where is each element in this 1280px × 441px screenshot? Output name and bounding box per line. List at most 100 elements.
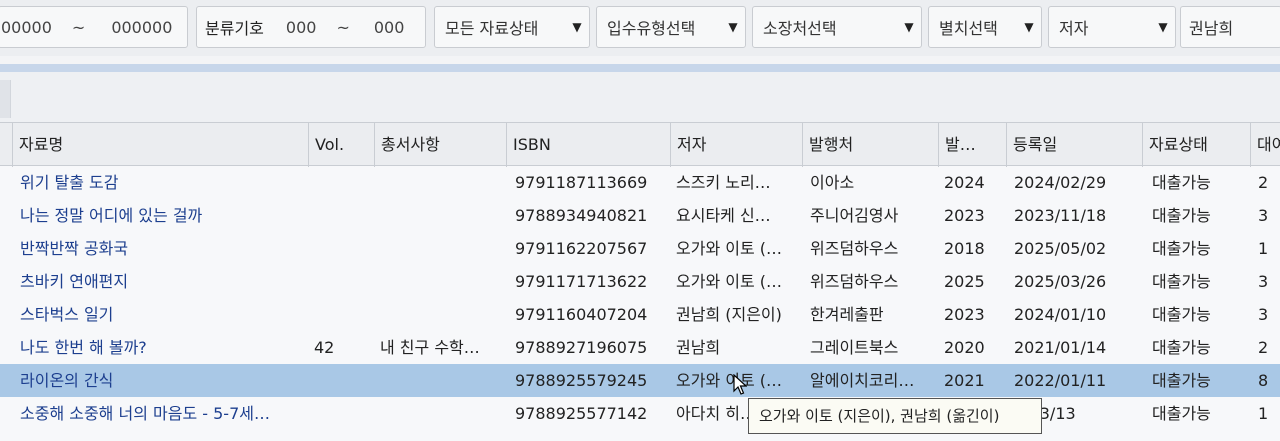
search-input[interactable]: 권남희 bbox=[1180, 6, 1280, 48]
cell-count: 2 bbox=[1258, 338, 1269, 357]
location-select-value: 소장처선택 bbox=[763, 19, 837, 38]
col-header-vol[interactable]: Vol. bbox=[308, 123, 374, 167]
col-header-series[interactable]: 총서사항 bbox=[374, 123, 506, 167]
author-tooltip: 오가와 이토 (지은이), 권남희 (옮긴이) bbox=[748, 398, 1042, 434]
cell-count: 1 bbox=[1258, 404, 1269, 423]
cell-vol bbox=[314, 298, 370, 331]
cell-vol: 42 bbox=[314, 338, 335, 357]
class-label: 분류기호 bbox=[205, 19, 264, 38]
cell-reg-date: 2022/01/11 bbox=[1014, 371, 1107, 390]
cell-title[interactable]: 반짝반짝 공화국 bbox=[20, 232, 304, 265]
section-divider bbox=[0, 64, 1280, 72]
table-row[interactable]: 반짝반짝 공화국 9791162207567 오가와 이토 (… 위즈덤하우스 2018… bbox=[0, 232, 1280, 265]
reg-from-input[interactable]: 00000 bbox=[1, 18, 52, 37]
chevron-down-icon: ▼ bbox=[728, 20, 738, 34]
table-row[interactable]: 라이온의 간식 9788925579245 오가와 이토 (… 알에이치코리… 2021… bbox=[0, 364, 1280, 397]
cell-vol bbox=[314, 364, 370, 397]
cell-title[interactable]: 츠바키 연애편지 bbox=[20, 265, 304, 298]
col-header-author[interactable]: 저자 bbox=[670, 123, 802, 167]
results-table: 자료명 Vol. 총서사항 ISBN 저자 발행처 발… 등록일 자료상태 대여… bbox=[0, 122, 1280, 441]
cell-series bbox=[380, 298, 502, 331]
cell-count: 1 bbox=[1258, 239, 1269, 258]
toolbar-button[interactable] bbox=[0, 80, 11, 118]
cell-publisher: 위즈덤하우스 bbox=[810, 272, 899, 291]
cell-publisher: 이아소 bbox=[810, 173, 855, 192]
cell-series bbox=[380, 265, 502, 298]
separate-shelf-select-value: 별치선택 bbox=[939, 19, 998, 38]
cell-year: 2024 bbox=[944, 173, 985, 192]
acquisition-select-value: 입수유형선택 bbox=[607, 19, 696, 38]
cell-series bbox=[380, 397, 502, 430]
search-input-value: 권남희 bbox=[1189, 19, 1234, 38]
cell-series bbox=[380, 364, 502, 397]
cell-title[interactable]: 위기 탈출 도감 bbox=[20, 166, 304, 199]
table-row[interactable]: 나도 한번 해 볼까? 42 내 친구 수학… 9788927196075 권남희 그레이… bbox=[0, 331, 1280, 364]
cell-isbn: 9791160407204 bbox=[515, 305, 648, 324]
class-from-input[interactable]: 000 bbox=[286, 18, 317, 37]
acquisition-type-select[interactable]: 입수유형선택 ▼ bbox=[596, 6, 746, 48]
cell-reg-date: 2021/01/14 bbox=[1014, 338, 1107, 357]
class-to-input[interactable]: 000 bbox=[374, 18, 405, 37]
col-header-isbn[interactable]: ISBN bbox=[506, 123, 670, 167]
toolbar-area bbox=[0, 72, 1280, 122]
cell-publisher: 한겨레출판 bbox=[810, 305, 884, 324]
cell-year: 2021 bbox=[944, 371, 985, 390]
cell-vol bbox=[314, 166, 370, 199]
reg-range-separator: ~ bbox=[71, 17, 86, 37]
cell-count: 8 bbox=[1258, 371, 1269, 390]
cell-publisher: 알에이치코리… bbox=[810, 371, 915, 390]
cell-title[interactable]: 소중해 소중해 너의 마음도 - 5-7세… bbox=[20, 397, 304, 430]
col-header-reg-date[interactable]: 등록일 bbox=[1006, 123, 1142, 167]
cell-vol bbox=[314, 199, 370, 232]
cell-status: 대출가능 bbox=[1152, 338, 1211, 357]
cell-year: 2018 bbox=[944, 239, 985, 258]
cell-count: 3 bbox=[1258, 272, 1269, 291]
cell-count: 2 bbox=[1258, 173, 1269, 192]
cell-title[interactable]: 스타벅스 일기 bbox=[20, 298, 304, 331]
cell-author: 권남희 (지은이) bbox=[676, 305, 782, 324]
mouse-cursor-icon bbox=[733, 374, 747, 395]
cell-year: 2023 bbox=[944, 206, 985, 225]
reg-number-range[interactable]: 00000 ~ 000000 bbox=[0, 6, 188, 48]
col-header-status[interactable]: 자료상태 bbox=[1142, 123, 1250, 167]
cell-count: 3 bbox=[1258, 206, 1269, 225]
cell-reg-date: 2024/01/10 bbox=[1014, 305, 1107, 324]
cell-series bbox=[380, 232, 502, 265]
table-row[interactable]: 츠바키 연애편지 9791171713622 오가와 이토 (… 위즈덤하우스 2025… bbox=[0, 265, 1280, 298]
cell-vol bbox=[314, 232, 370, 265]
status-select[interactable]: 모든 자료상태 ▼ bbox=[434, 6, 590, 48]
table-row[interactable]: 위기 탈출 도감 9791187113669 스즈키 노리… 이아소 2024 2024/… bbox=[0, 166, 1280, 199]
cell-vol bbox=[314, 265, 370, 298]
cell-title[interactable]: 나는 정말 어디에 있는 걸까 bbox=[20, 199, 304, 232]
cell-author: 오가와 이토 (… bbox=[676, 239, 783, 258]
cell-title[interactable]: 나도 한번 해 볼까? bbox=[20, 331, 304, 364]
search-field-select[interactable]: 저자 ▼ bbox=[1048, 6, 1176, 48]
table-row[interactable]: 스타벅스 일기 9791160407204 권남희 (지은이) 한겨레출판 2023 20… bbox=[0, 298, 1280, 331]
cell-status: 대출가능 bbox=[1152, 173, 1211, 192]
col-header-title[interactable]: 자료명 bbox=[12, 123, 308, 167]
cell-vol bbox=[314, 397, 370, 430]
cell-author: 권남희 bbox=[676, 338, 721, 357]
cell-year: 2020 bbox=[944, 338, 985, 357]
cell-status: 대출가능 bbox=[1152, 404, 1211, 423]
col-header-year[interactable]: 발… bbox=[938, 123, 1006, 167]
reg-to-input[interactable]: 000000 bbox=[111, 18, 172, 37]
table-row[interactable]: 소중해 소중해 너의 마음도 - 5-7세… 9788925577142 아다치 히… bbox=[0, 397, 1280, 430]
location-select[interactable]: 소장처선택 ▼ bbox=[752, 6, 922, 48]
chevron-down-icon: ▼ bbox=[1158, 20, 1168, 34]
cell-reg-date: 2024/02/29 bbox=[1014, 173, 1107, 192]
cell-reg-date: 2023/11/18 bbox=[1014, 206, 1107, 225]
table-row[interactable]: 나는 정말 어디에 있는 걸까 9788934940821 요시타케 신… 주니어김영… bbox=[0, 199, 1280, 232]
cell-title[interactable]: 라이온의 간식 bbox=[20, 364, 304, 397]
status-select-value: 모든 자료상태 bbox=[445, 19, 539, 38]
separate-shelf-select[interactable]: 별치선택 ▼ bbox=[928, 6, 1042, 48]
cell-reg-date: 2025/05/02 bbox=[1014, 239, 1107, 258]
col-header-count[interactable]: 대여 bbox=[1250, 123, 1280, 167]
cell-series bbox=[380, 166, 502, 199]
col-header-publisher[interactable]: 발행처 bbox=[802, 123, 938, 167]
class-number-range: 분류기호 000 ~ 000 bbox=[196, 6, 426, 48]
cell-publisher: 그레이트북스 bbox=[810, 338, 899, 357]
class-range-separator: ~ bbox=[336, 17, 350, 37]
cell-isbn: 9788925579245 bbox=[515, 371, 648, 390]
search-field-select-value: 저자 bbox=[1059, 19, 1089, 38]
